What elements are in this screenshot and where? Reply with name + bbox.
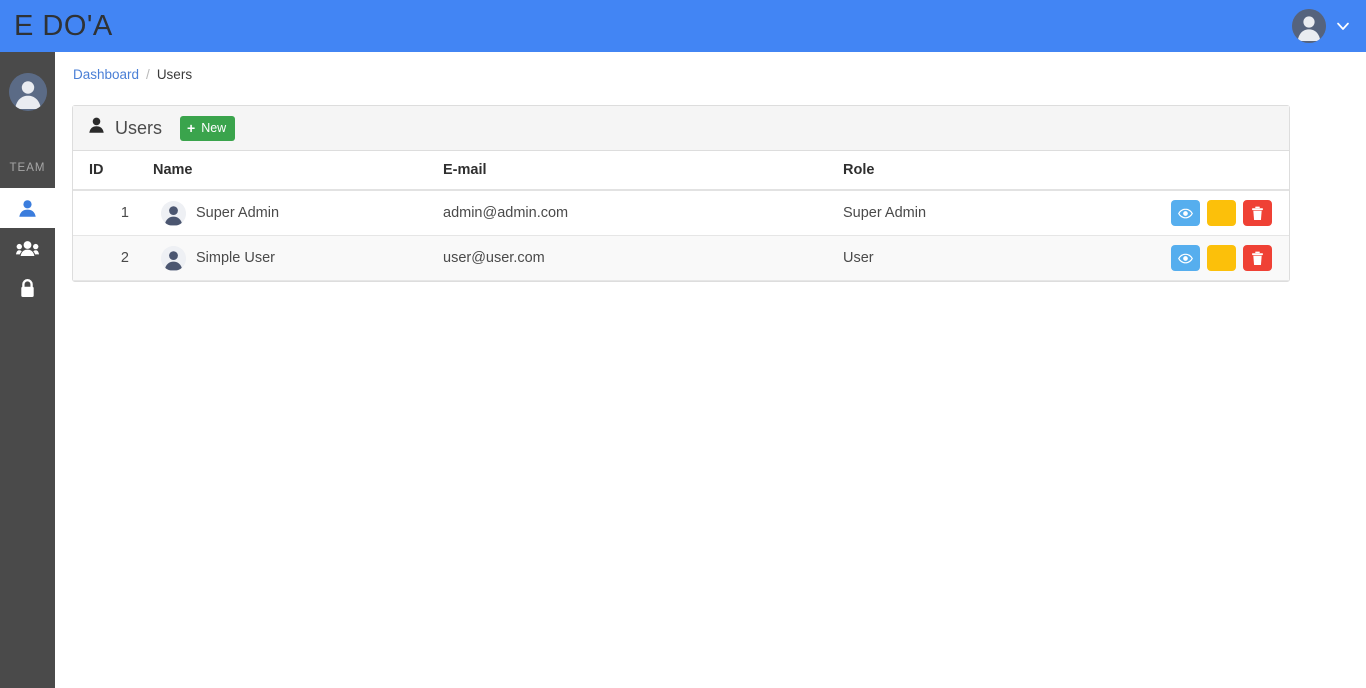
sidebar-item-users[interactable]: [0, 188, 55, 228]
cell-actions: [1135, 235, 1289, 281]
main-content: Dashboard / Users Users + New ID Name E-…: [55, 52, 1366, 688]
view-user-button[interactable]: [1171, 245, 1200, 271]
users-table-body: 1 Super Admin admin@admin.com Super Admi…: [73, 190, 1289, 281]
users-card-header: Users + New: [73, 106, 1289, 151]
column-header-email[interactable]: E-mail: [435, 151, 835, 191]
breadcrumb-item-users: Users: [156, 67, 193, 82]
new-user-button[interactable]: + New: [180, 115, 236, 141]
trash-icon: [1251, 251, 1264, 266]
cell-id: 2: [73, 235, 135, 281]
table-row[interactable]: 1 Super Admin admin@admin.com Super Admi…: [73, 190, 1289, 236]
lock-icon: [18, 278, 37, 299]
eye-icon: [1178, 251, 1193, 266]
column-header-actions: [1135, 151, 1289, 191]
topbar-user-menu[interactable]: [1292, 9, 1366, 43]
breadcrumb-separator: /: [146, 67, 150, 82]
trash-icon: [1251, 206, 1264, 221]
new-user-button-label: New: [201, 121, 227, 135]
cell-email: user@user.com: [435, 235, 835, 281]
delete-user-button[interactable]: [1243, 245, 1272, 271]
user-avatar-icon: [161, 200, 186, 226]
cell-email: admin@admin.com: [435, 190, 835, 236]
edit-user-button[interactable]: [1207, 200, 1236, 226]
eye-icon: [1178, 206, 1193, 221]
app-brand-logo[interactable]: E DO'A: [0, 11, 113, 41]
edit-user-button[interactable]: [1207, 245, 1236, 271]
sidebar-item-groups[interactable]: [0, 228, 55, 268]
view-user-button[interactable]: [1171, 200, 1200, 226]
cell-name-text: Simple User: [196, 250, 275, 266]
delete-user-button[interactable]: [1243, 200, 1272, 226]
column-header-role[interactable]: Role: [835, 151, 1135, 191]
sidebar-section-label: TEAM: [9, 162, 46, 174]
users-table: ID Name E-mail Role 1 Super Admin admin@…: [73, 151, 1289, 281]
cell-name: Simple User: [135, 235, 435, 281]
page-title: Users: [115, 118, 163, 138]
users-card: Users + New ID Name E-mail Role 1 Super …: [72, 105, 1290, 282]
cell-name: Super Admin: [135, 190, 435, 236]
column-header-name[interactable]: Name: [135, 151, 435, 191]
sidebar-item-permissions[interactable]: [0, 268, 55, 308]
top-navbar: E DO'A: [0, 0, 1366, 52]
sidebar-profile[interactable]: [0, 52, 55, 132]
breadcrumb: Dashboard / Users: [55, 52, 1366, 82]
table-row[interactable]: 2 Simple User user@user.com User: [73, 235, 1289, 281]
person-icon: [87, 116, 106, 140]
user-avatar-icon: [8, 73, 47, 111]
user-avatar-icon: [161, 245, 186, 271]
sidebar: TEAM: [0, 52, 55, 688]
chevron-down-icon[interactable]: [1335, 18, 1351, 34]
cell-actions: [1135, 190, 1289, 236]
user-avatar-icon[interactable]: [1292, 9, 1326, 43]
breadcrumb-item-dashboard[interactable]: Dashboard: [73, 68, 139, 82]
column-header-id[interactable]: ID: [73, 151, 135, 191]
cell-role: User: [835, 235, 1135, 281]
cell-id: 1: [73, 190, 135, 236]
users-table-header: ID Name E-mail Role: [73, 151, 1289, 191]
cell-name-text: Super Admin: [196, 205, 280, 221]
plus-icon: +: [187, 120, 196, 136]
user-icon: [17, 198, 38, 219]
table-header-row: ID Name E-mail Role: [73, 151, 1289, 191]
users-group-icon: [16, 238, 39, 259]
cell-role: Super Admin: [835, 190, 1135, 236]
